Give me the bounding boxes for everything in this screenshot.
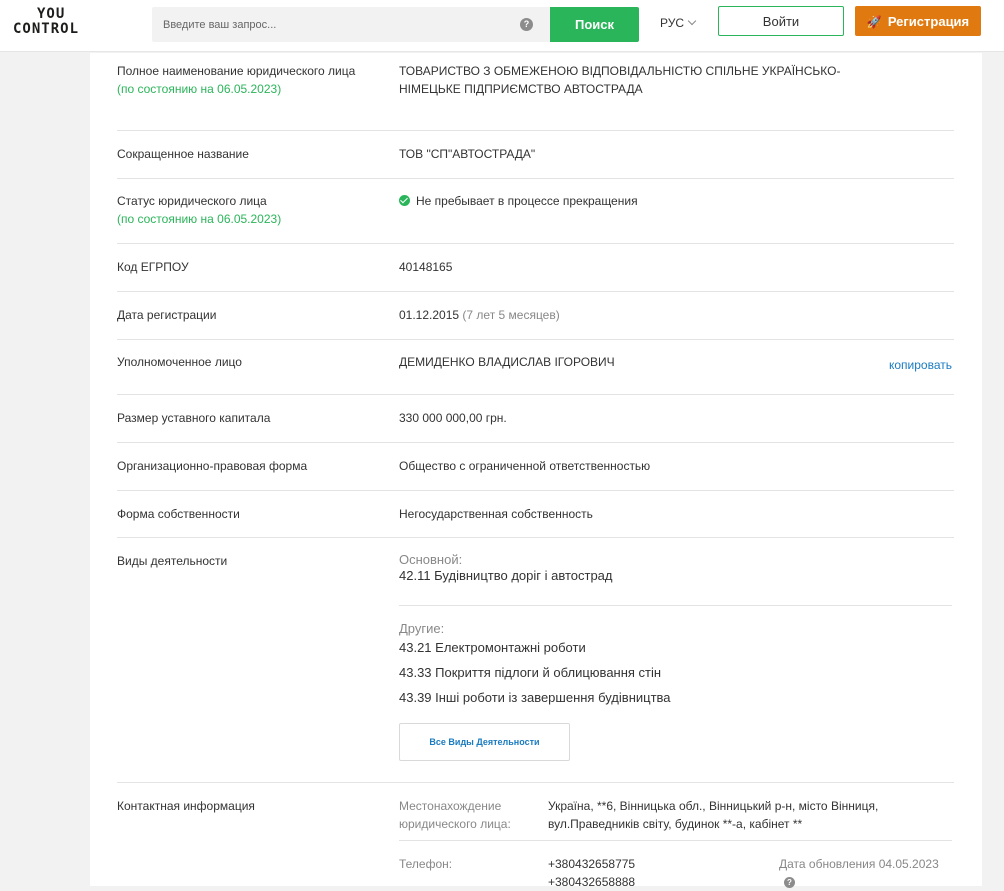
short-name-label: Сокращенное название bbox=[117, 147, 249, 161]
full-name-label-text: Полное наименование юридического лица bbox=[117, 64, 356, 78]
authorized-person-label: Уполномоченное лицо bbox=[117, 355, 242, 369]
register-label: Регистрация bbox=[887, 13, 970, 29]
full-name-value: ТОВАРИСТВО З ОБМЕЖЕНОЮ ВІДПОВІДАЛЬНІСТЮ … bbox=[399, 64, 841, 96]
full-name-label: Полное наименование юридического лица (п… bbox=[117, 62, 357, 98]
activities-divider bbox=[399, 605, 952, 606]
activities-label: Виды деятельности bbox=[117, 554, 228, 568]
contacts-label: Контактная информация bbox=[117, 799, 255, 813]
row-legal-form: Организационно-правовая форма Общество с… bbox=[117, 443, 954, 491]
other-activity-item: 43.21 Електромонтажні роботи bbox=[399, 640, 586, 655]
rocket-icon: 🚀 bbox=[866, 14, 882, 29]
address-line-1: Україна, **6, Вінницька обл., Вінницький… bbox=[548, 799, 879, 813]
row-registration-date: Дата регистрации 01.12.2015 (7 лет 5 мес… bbox=[117, 292, 954, 340]
legal-form-label: Организационно-правовая форма bbox=[117, 459, 308, 473]
short-name-value: ТОВ "СП"АВТОСТРАДА" bbox=[399, 147, 536, 161]
search-button[interactable]: Поиск bbox=[550, 7, 639, 42]
status-label-text: Статус юридического лица bbox=[117, 194, 267, 208]
status-date-note: (по состоянию на 06.05.2023) bbox=[117, 212, 282, 226]
authorized-person-link[interactable]: ДЕМИДЕНКО ВЛАДИСЛАВ ІГОРОВИЧ bbox=[399, 353, 799, 371]
row-status: Статус юридического лица (по состоянию н… bbox=[117, 179, 954, 244]
status-label: Статус юридического лица (по состоянию н… bbox=[117, 192, 377, 228]
search-input[interactable] bbox=[152, 7, 512, 42]
address-label: Местонахождение юридического лица: bbox=[399, 797, 511, 833]
capital-value: 330 000 000,00 грн. bbox=[399, 411, 507, 425]
other-activities-block: Другие: 43.21 Електромонтажні роботи 43.… bbox=[399, 620, 954, 710]
full-name-date-note: (по состоянию на 06.05.2023) bbox=[117, 82, 282, 96]
row-capital: Размер уставного капитала 330 000 000,00… bbox=[117, 395, 954, 443]
chevron-down-icon bbox=[687, 16, 697, 26]
edrpou-value: 40148165 bbox=[399, 260, 453, 274]
all-activities-button[interactable]: Все Виды Деятельности bbox=[399, 723, 570, 761]
registration-date-text: 01.12.2015 bbox=[399, 308, 460, 322]
address-label-line-2: юридического лица: bbox=[399, 817, 511, 831]
row-ownership: Форма собственности Негосударственная со… bbox=[117, 491, 954, 538]
search-box: ? bbox=[152, 7, 550, 42]
main-activity-title: Основной: bbox=[399, 552, 463, 567]
update-date-text: Дата обновления 04.05.2023 bbox=[779, 857, 939, 871]
row-activities: Виды деятельности Основной: 42.11 Будівн… bbox=[117, 538, 954, 783]
company-info-card: Полное наименование юридического лица (п… bbox=[90, 53, 982, 889]
copy-link[interactable]: копировать bbox=[889, 358, 952, 372]
row-edrpou: Код ЕГРПОУ 40148165 bbox=[117, 244, 954, 292]
phone-number[interactable]: +380432658888 bbox=[548, 873, 635, 891]
check-circle-icon bbox=[399, 195, 410, 206]
legal-form-value: Общество с ограниченной ответственностью bbox=[399, 459, 651, 473]
registration-date-value: 01.12.2015 (7 лет 5 месяцев) bbox=[399, 306, 954, 324]
top-header: YOU CONTROL ? Поиск РУС Войти 🚀 Регистрац… bbox=[0, 0, 1004, 52]
registration-age: (7 лет 5 месяцев) bbox=[462, 308, 560, 322]
status-value: Не пребывает в процессе прекращения bbox=[399, 192, 954, 210]
ownership-label: Форма собственности bbox=[117, 507, 240, 521]
phone-number[interactable]: +380432658775 bbox=[548, 855, 635, 873]
capital-label: Размер уставного капитала bbox=[117, 411, 271, 425]
question-icon[interactable]: ? bbox=[784, 877, 795, 888]
main-activity-block: Основной: 42.11 Будівництво доріг і авто… bbox=[399, 552, 954, 583]
edrpou-label: Код ЕГРПОУ bbox=[117, 260, 189, 274]
registration-date-label: Дата регистрации bbox=[117, 308, 217, 322]
other-activity-item: 43.39 Інші роботи із завершення будівниц… bbox=[399, 690, 671, 705]
status-value-text: Не пребывает в процессе прекращения bbox=[416, 194, 638, 208]
main-activity-item: 42.11 Будівництво доріг і автострад bbox=[399, 568, 613, 583]
logo-line-2: CONTROL bbox=[13, 21, 80, 37]
row-full-name: Полное наименование юридического лица (п… bbox=[117, 60, 954, 131]
phone-label: Телефон: bbox=[399, 857, 453, 871]
row-contacts: Контактная информация Местонахождение юр… bbox=[117, 783, 954, 889]
address-label-line-1: Местонахождение bbox=[399, 799, 502, 813]
ownership-value: Негосударственная собственность bbox=[399, 507, 593, 521]
help-icon[interactable]: ? bbox=[520, 18, 533, 31]
contacts-divider bbox=[399, 840, 952, 841]
language-label: РУС bbox=[660, 16, 685, 30]
youcontrol-logo[interactable]: YOU CONTROL bbox=[13, 7, 95, 39]
other-activity-item: 43.33 Покриття підлоги й облицювання сті… bbox=[399, 665, 662, 680]
row-authorized-person: Уполномоченное лицо ДЕМИДЕНКО ВЛАДИСЛАВ … bbox=[117, 340, 954, 395]
register-button[interactable]: 🚀 Регистрация bbox=[855, 6, 981, 36]
logo-line-1: YOU bbox=[37, 6, 66, 22]
address-value: Україна, **6, Вінницька обл., Вінницький… bbox=[548, 797, 948, 833]
language-selector[interactable]: РУС bbox=[660, 16, 697, 30]
login-button[interactable]: Войти bbox=[718, 6, 844, 36]
row-short-name: Сокращенное название ТОВ "СП"АВТОСТРАДА" bbox=[117, 131, 954, 179]
address-line-2: вул.Праведників світу, будинок **-а, каб… bbox=[548, 817, 803, 831]
